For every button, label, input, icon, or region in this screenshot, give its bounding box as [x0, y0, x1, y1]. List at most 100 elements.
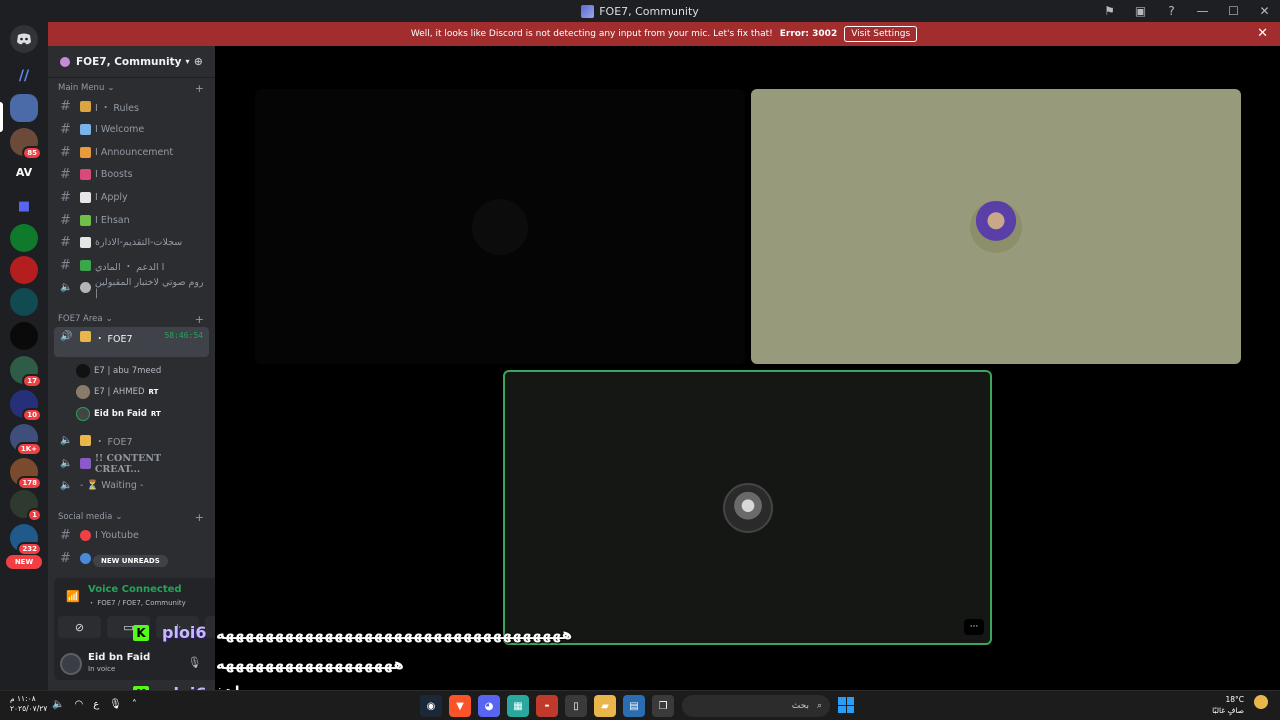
discord-icon[interactable]: ◕ — [478, 695, 500, 717]
hash-icon: # — [60, 235, 71, 250]
server-icon-av[interactable]: AV — [10, 158, 38, 186]
microphone-icon[interactable]: 🎙 — [109, 699, 122, 710]
close-button[interactable]: ✕ — [1249, 4, 1280, 18]
new-indicator[interactable]: NEW — [6, 555, 42, 569]
server-icon-8[interactable]: 10 — [10, 390, 42, 422]
start-menu-icon[interactable] — [838, 697, 854, 713]
category-foe7-area[interactable]: FOE7 Area ⌄ + — [58, 313, 204, 326]
minimize-button[interactable]: — — [1187, 4, 1218, 18]
channel-financial-support[interactable]: # الدعم ・ المادي I — [54, 255, 209, 276]
voice-user[interactable]: Eid bn Faid RT — [76, 405, 161, 423]
server-icon-12[interactable]: 232 — [10, 524, 42, 556]
banner-message: Well, it looks like Discord is not detec… — [410, 29, 773, 39]
speaker-icon: 🔈 — [60, 435, 73, 446]
chevron-down-icon: ▾ — [185, 57, 190, 66]
steam-icon[interactable]: ◉ — [420, 695, 442, 717]
server-icon-7[interactable]: 17 — [10, 356, 42, 388]
channel-rules[interactable]: # I ・ Rules — [54, 96, 209, 117]
add-channel-icon[interactable]: + — [195, 82, 204, 95]
maximize-button[interactable]: ☐ — [1218, 4, 1249, 18]
hash-icon: # — [60, 551, 71, 566]
help-icon[interactable]: ? — [1156, 4, 1187, 18]
voice-user[interactable]: E7 | abu 7meed — [76, 362, 161, 380]
video-tile[interactable] — [255, 89, 745, 364]
server-icon-1[interactable]: // — [10, 62, 38, 90]
document-emoji-icon — [80, 237, 91, 248]
speaker-icon[interactable]: 🔈 — [52, 699, 64, 710]
window-title: FOE7, Community — [581, 4, 699, 18]
plant-emoji-icon — [80, 215, 91, 226]
channel-boosts[interactable]: # I Boosts — [54, 164, 209, 185]
app-icon[interactable]: ▦ — [507, 695, 529, 717]
flag-icon[interactable]: ⚑ — [1094, 4, 1125, 18]
brave-icon[interactable]: ▼ — [449, 695, 471, 717]
speaker-icon: 🔈 — [60, 282, 73, 293]
voice-channel-waiting[interactable]: 🔈 - ⏳ Waiting - — [54, 475, 209, 496]
category-main-menu[interactable]: Main Menu ⌄ + — [58, 82, 204, 95]
voice-status[interactable]: Voice Connected — [88, 584, 182, 595]
channel-announcement[interactable]: # I Announcement — [54, 142, 209, 163]
folder-icon[interactable]: ■ — [10, 192, 38, 220]
chevron-up-icon[interactable]: ˄ — [132, 699, 137, 710]
language-indicator[interactable]: ع — [93, 699, 99, 710]
server-header[interactable]: FOE7, Community ▾ ⊕ — [48, 46, 215, 78]
voice-channel-content-creators[interactable]: 🔈!! CONTENT CREAT... — [54, 453, 209, 475]
channel-welcome[interactable]: # I Welcome — [54, 119, 209, 140]
task-view-icon[interactable]: ❐ — [652, 695, 674, 717]
taskbar-search[interactable]: بحث ⌕ — [682, 695, 830, 717]
video-tile-speaking[interactable]: ··· — [503, 370, 992, 645]
add-user-icon[interactable]: ⊕ — [194, 55, 203, 68]
server-icon-10[interactable]: 178 — [10, 458, 42, 490]
channel-apply[interactable]: # I Apply — [54, 187, 209, 208]
mouse-app-icon[interactable]: ▯ — [565, 695, 587, 717]
server-icon-3[interactable] — [10, 224, 38, 252]
mention-badge: 1K+ — [15, 442, 42, 456]
store-icon[interactable]: ▤ — [623, 695, 645, 717]
voice-channel-foe7[interactable]: 🔈 ・ FOE7 — [54, 430, 209, 451]
category-social-media[interactable]: Social media ⌄ + — [58, 511, 204, 524]
add-channel-icon[interactable]: + — [195, 313, 204, 326]
wifi-icon[interactable]: ◠ — [74, 699, 83, 710]
add-channel-icon[interactable]: + — [195, 511, 204, 524]
visit-settings-button[interactable]: Visit Settings — [844, 26, 918, 42]
file-explorer-icon[interactable]: ▰ — [594, 695, 616, 717]
more-options-icon[interactable]: ··· — [964, 619, 984, 635]
server-icon-foe7[interactable] — [10, 94, 38, 122]
avatar[interactable] — [60, 653, 82, 675]
channel-admin-applications[interactable]: # سجلات-التقديم-الادارة — [54, 232, 209, 253]
microphone-icon[interactable]: 🎙 — [187, 656, 201, 669]
signal-icon[interactable]: 📶 — [66, 590, 80, 603]
server-icon-4[interactable] — [10, 256, 38, 284]
close-icon[interactable]: ✕ — [1257, 26, 1268, 41]
speaker-icon: 🔈 — [60, 480, 73, 491]
voice-location[interactable]: ・ FOE7 / FOE7, Community — [88, 598, 186, 608]
channel-ehsan[interactable]: # I Ehsan — [54, 210, 209, 231]
inbox-icon[interactable]: ▣ — [1125, 4, 1156, 18]
server-icon-11[interactable]: 1 — [10, 490, 42, 522]
username[interactable]: Eid bn Faid — [88, 652, 150, 663]
voice-channel-foe7-active[interactable]: 🔊 ・ FOE7 58:46:54 — [54, 327, 209, 357]
server-icon-2[interactable]: 85 — [10, 128, 42, 160]
video-tile[interactable] — [751, 89, 1241, 364]
channel-voice-test[interactable]: 🔈 روم صوتي لاختبار المقبولين | — [54, 277, 209, 299]
discord-home-icon[interactable] — [10, 25, 38, 53]
clipboard-emoji-icon — [80, 192, 91, 203]
channel-youtube[interactable]: # I Youtube — [54, 525, 209, 546]
server-icon-6[interactable] — [10, 322, 38, 350]
server-logo-icon — [581, 4, 595, 18]
server-icon-9[interactable]: 1K+ — [10, 424, 42, 456]
server-icon-5[interactable] — [10, 288, 38, 316]
hash-icon: # — [60, 258, 71, 273]
voice-user[interactable]: E7 | AHMED RT — [76, 383, 158, 401]
camera-off-button[interactable]: ⊘ — [58, 616, 101, 638]
red-circle-emoji-icon — [80, 530, 91, 541]
weather-widget[interactable]: 18°C صافٍ غالبًا — [1212, 694, 1244, 716]
clock[interactable]: ١١:٠٨ م ٢٠٢٥/٠٧/٢٧ — [10, 694, 47, 714]
new-unreads-button[interactable]: NEW UNREADS — [93, 555, 168, 567]
rocket-emoji-icon — [80, 169, 91, 180]
money-emoji-icon — [80, 260, 91, 271]
active-server-pill — [0, 102, 3, 132]
hash-icon: # — [60, 99, 71, 114]
voice-app-icon[interactable]: ▬ — [536, 695, 558, 717]
avatar — [76, 385, 90, 399]
